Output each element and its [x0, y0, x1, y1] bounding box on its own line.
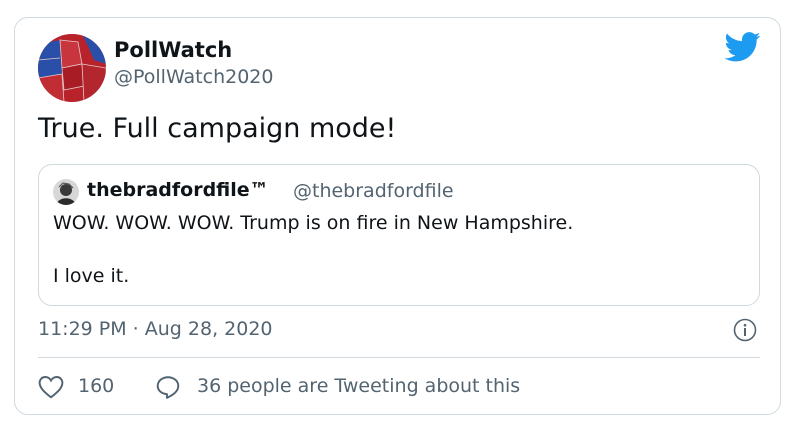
- heart-icon[interactable]: [38, 375, 64, 399]
- author-avatar[interactable]: [38, 34, 106, 102]
- author-name[interactable]: PollWatch: [114, 38, 232, 62]
- tweet-timestamp[interactable]: 11:29 PM · Aug 28, 2020: [38, 318, 273, 340]
- quoted-text-line-2: I love it.: [53, 265, 130, 287]
- quoted-author-handle[interactable]: @thebradfordfile: [293, 180, 454, 202]
- quoted-tweet[interactable]: thebradfordfile™ @thebradfordfile WOW. W…: [38, 164, 760, 306]
- speech-bubble-icon[interactable]: [155, 375, 181, 399]
- author-handle[interactable]: @PollWatch2020: [114, 66, 273, 88]
- twitter-bird-icon[interactable]: [724, 32, 762, 62]
- quoted-text-line-1: WOW. WOW. WOW. Trump is on fire in New H…: [53, 212, 574, 234]
- divider: [38, 357, 760, 358]
- quoted-author-name[interactable]: thebradfordfile™: [87, 179, 269, 201]
- like-count[interactable]: 160: [78, 375, 114, 397]
- info-icon[interactable]: [733, 318, 757, 342]
- tweet-text: True. Full campaign mode!: [38, 113, 397, 144]
- quoted-avatar[interactable]: [53, 179, 79, 205]
- tweeting-count[interactable]: 36 people are Tweeting about this: [197, 375, 520, 397]
